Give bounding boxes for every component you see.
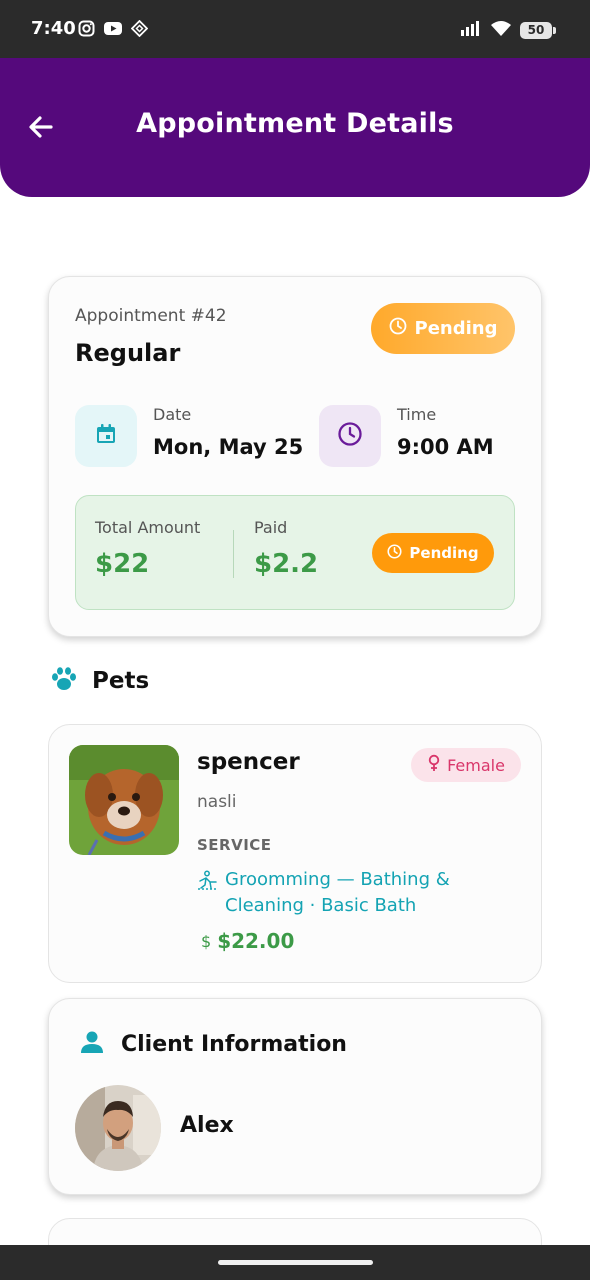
home-handle[interactable] <box>218 1260 373 1265</box>
dollar-icon: $ <box>201 931 212 951</box>
client-name: Alex <box>180 1113 234 1138</box>
calendar-icon <box>94 422 118 450</box>
time-tile <box>319 405 381 467</box>
youtube-icon <box>103 20 123 41</box>
client-card: Client Information Alex <box>48 998 542 1195</box>
navigation-bar <box>0 1245 590 1280</box>
battery-icon: 50 <box>520 22 556 39</box>
female-icon <box>427 754 441 776</box>
status-bar: 7:40 50 <box>0 0 590 58</box>
calendar-tile <box>75 405 137 467</box>
clock-icon <box>387 543 402 563</box>
payment-status-label: Pending <box>409 544 479 562</box>
payment-summary: Total Amount $22 Paid $2.2 Pending <box>75 495 515 610</box>
status-time: 7:40 <box>31 18 76 39</box>
page-title: Appointment Details <box>136 108 454 139</box>
paid-value: $2.2 <box>254 549 319 579</box>
person-icon <box>79 1029 105 1059</box>
divider <box>233 530 234 578</box>
service-price: $ $22.00 <box>201 929 294 953</box>
paw-icon <box>50 666 78 696</box>
client-section-title: Client Information <box>121 1031 347 1057</box>
appointment-type: Regular <box>75 339 181 367</box>
payment-status-badge[interactable]: Pending <box>372 533 494 573</box>
service-name: Groomming — Bathing & Cleaning · Basic B… <box>225 869 450 916</box>
price-value: $22.00 <box>217 929 295 953</box>
status-label: Pending <box>414 318 498 339</box>
status-badge[interactable]: Pending <box>371 303 515 354</box>
clock-icon <box>389 317 407 340</box>
avatar[interactable] <box>75 1085 161 1171</box>
gender-label: Female <box>447 755 505 775</box>
pets-section-title: Pets <box>92 668 150 694</box>
wifi-icon <box>490 20 512 41</box>
client-section-header: Client Information <box>79 1029 347 1059</box>
paid-label: Paid <box>254 518 288 537</box>
pets-section-header: Pets <box>50 666 149 696</box>
service-label: SERVICE <box>197 836 272 854</box>
signal-icon <box>460 20 482 41</box>
total-amount-value: $22 <box>95 549 150 579</box>
appointment-number: Appointment #42 <box>75 306 227 326</box>
app-bar: Appointment Details <box>0 58 590 197</box>
grooming-icon <box>197 870 219 894</box>
pet-name: spencer <box>197 749 300 775</box>
pet-photo <box>69 745 179 855</box>
gender-badge: Female <box>411 748 521 782</box>
clock-icon <box>337 421 363 451</box>
time-label: Time <box>397 405 437 424</box>
pet-breed: nasli <box>197 792 237 812</box>
date-label: Date <box>153 405 192 424</box>
total-amount-label: Total Amount <box>95 518 201 537</box>
pet-card[interactable]: spencer nasli Female SERVICE Groomming —… <box>48 724 542 983</box>
date-value: Mon, May 25 <box>153 435 304 459</box>
app-icon <box>130 19 149 41</box>
instagram-icon <box>78 20 95 41</box>
appointment-card: Appointment #42 Regular Pending Date Mon… <box>48 276 542 637</box>
time-value: 9:00 AM <box>397 435 494 459</box>
